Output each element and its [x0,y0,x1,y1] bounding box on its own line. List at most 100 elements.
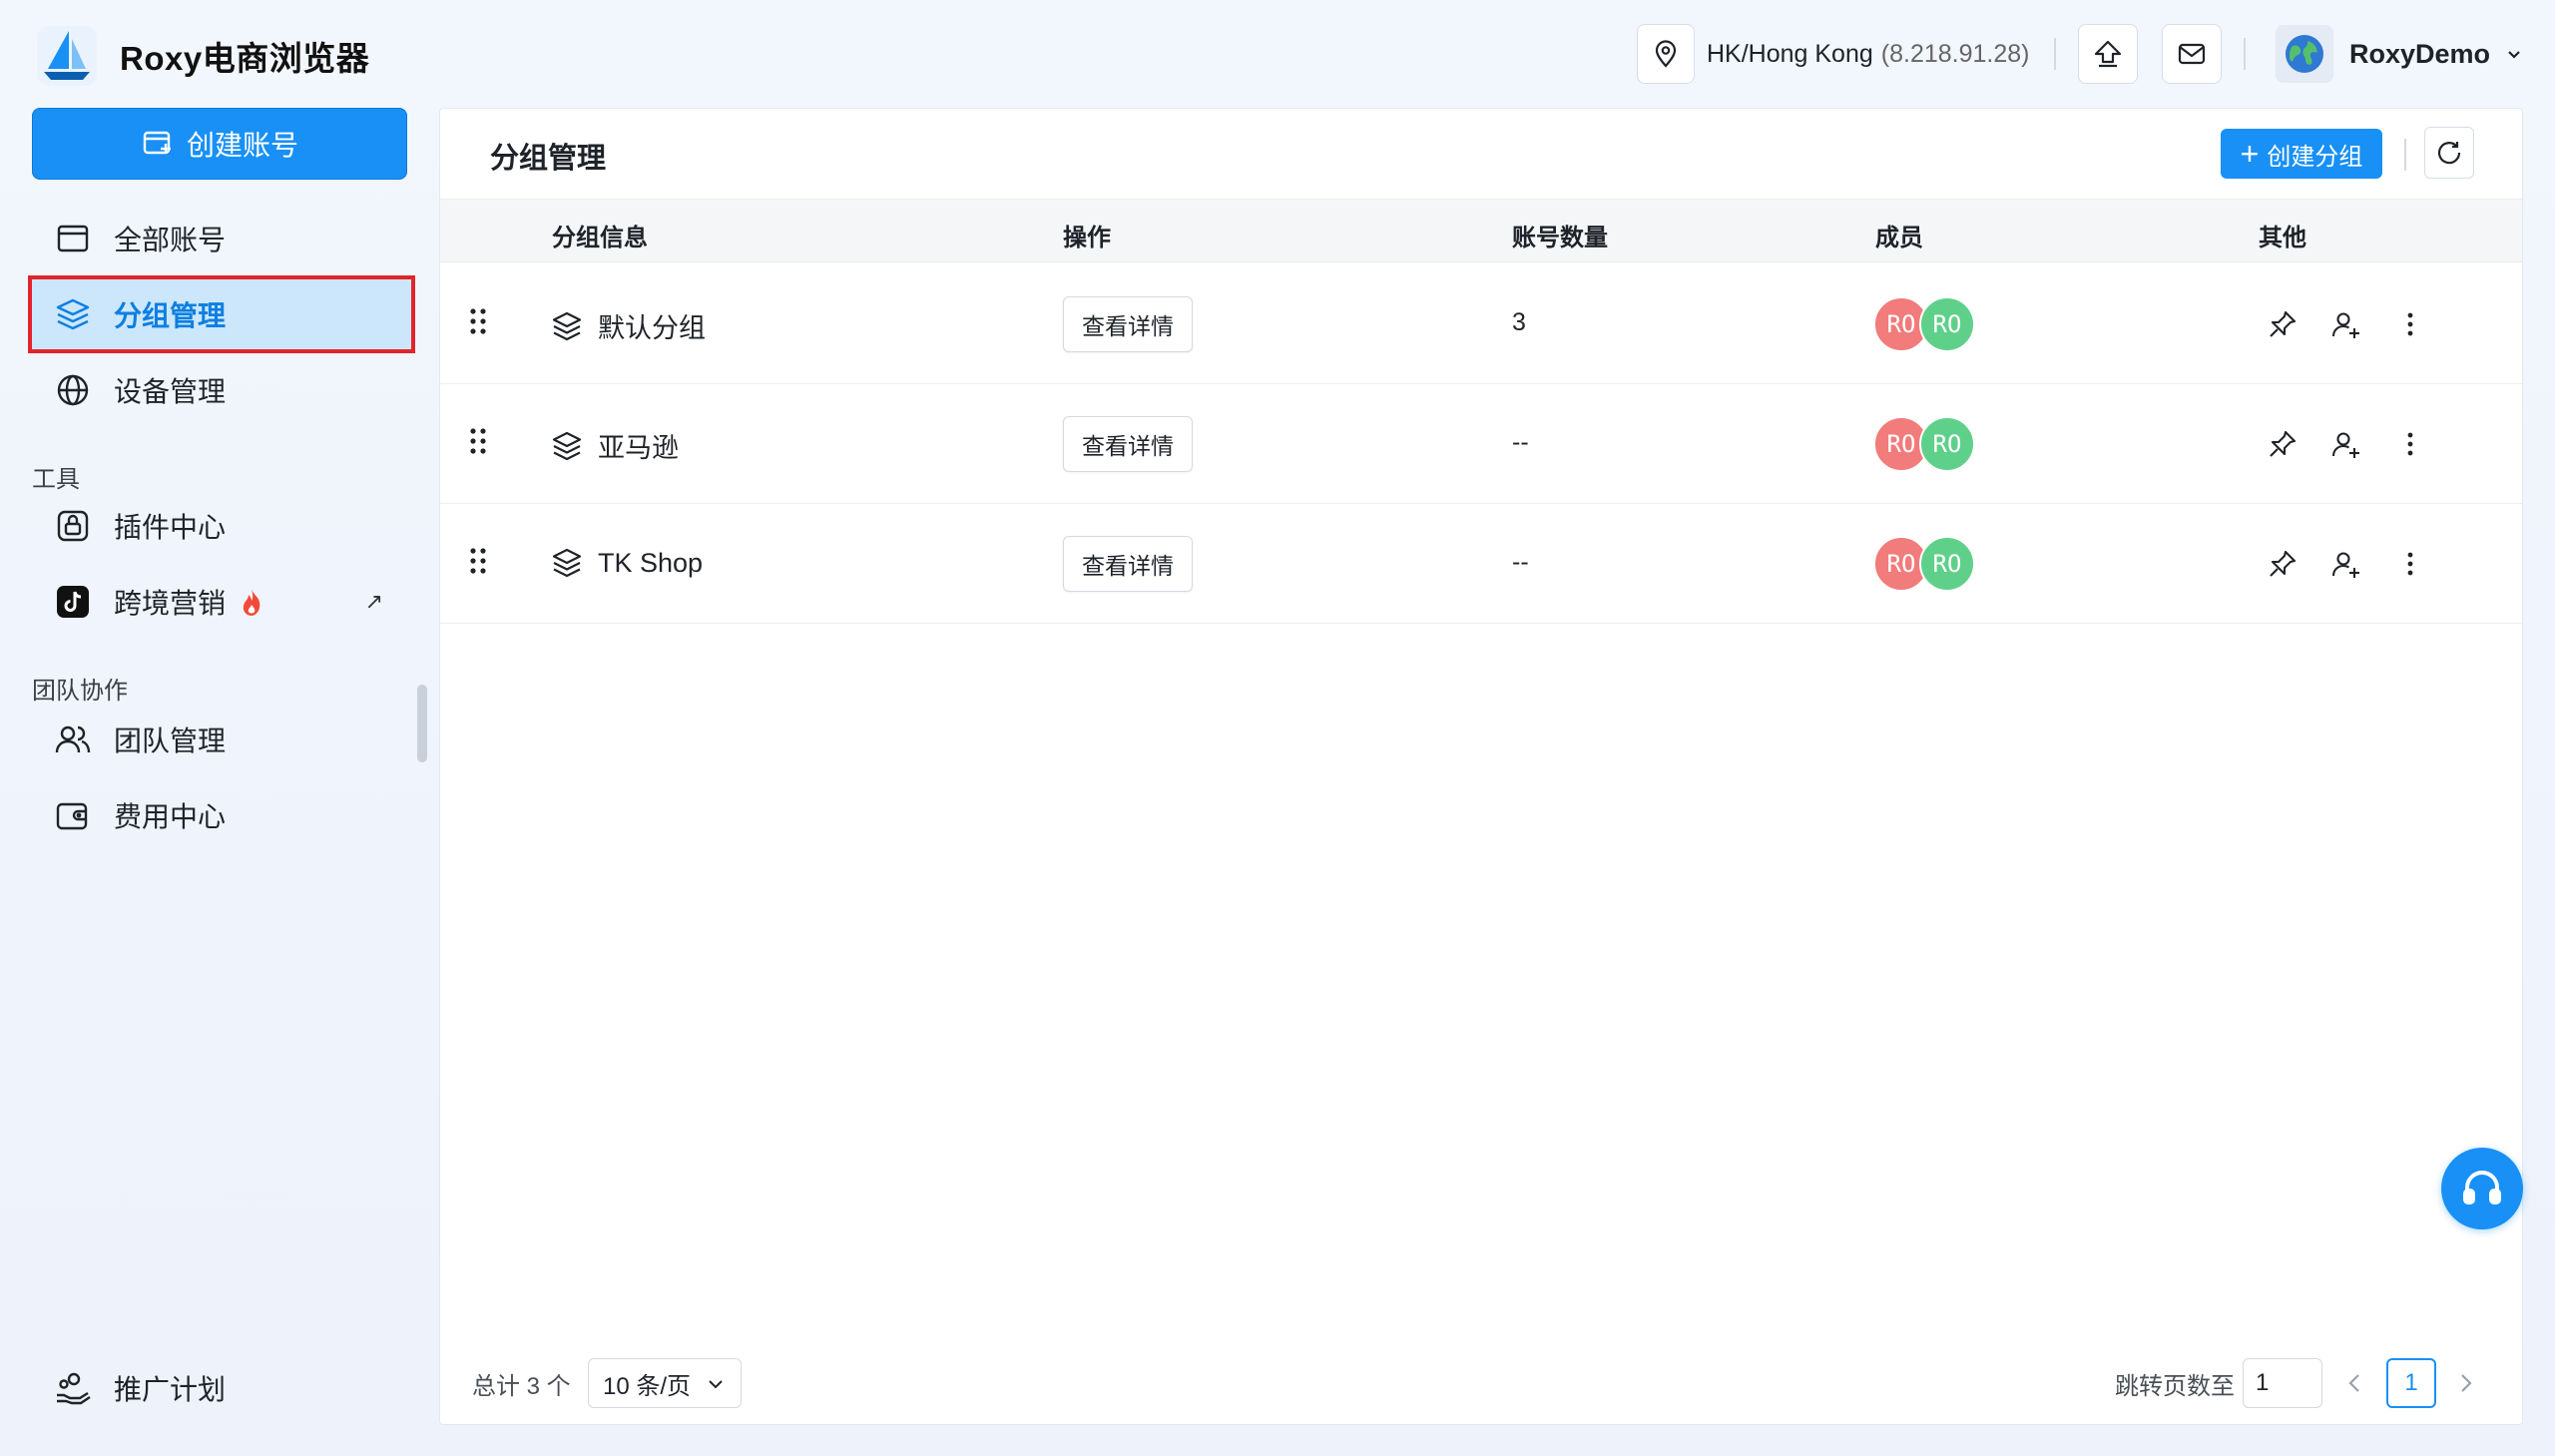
pagination-current-page[interactable]: 1 [2386,1358,2436,1408]
page-size-value: 10 条/页 [603,1372,692,1400]
member-avatar[interactable]: RO [1919,536,1975,592]
window-icon [57,225,89,252]
sidebar-item-team-management[interactable]: 团队管理 [32,705,411,774]
member-avatar[interactable]: RO [1919,416,1975,472]
group-name: TK Shop [598,547,704,578]
sidebar-item-billing-center[interactable]: 费用中心 [32,780,411,850]
globe-icon [57,374,89,406]
layers-icon [552,548,582,578]
view-details-button[interactable]: 查看详情 [1063,416,1193,472]
sailboat-logo-icon [37,26,97,86]
pin-icon [2270,310,2297,337]
mail-icon [2178,43,2206,65]
username: RoxyDemo [2349,38,2491,69]
column-header-group-info: 分组信息 [552,225,648,251]
earth-avatar-icon [2286,35,2323,73]
toolbar-divider [2404,139,2406,171]
row-actions [2263,424,2454,464]
sidebar-item-label: 设备管理 [114,376,227,407]
sidebar-item-group-management[interactable]: 分组管理 [28,275,415,353]
location-indicator[interactable]: HK/Hong Kong (8.218.91.28) [1637,24,2030,84]
table-row: 默认分组 查看详情 3 RO RO [440,264,2522,384]
plugin-icon [57,510,89,542]
drag-handle-icon[interactable] [468,306,488,336]
row-actions [2263,304,2454,344]
sidebar-item-plugin-center[interactable]: 插件中心 [32,491,411,561]
jump-to-page-label: 跳转页数至 [2115,1373,2235,1400]
total-count: 总计 3 个 [472,1373,571,1400]
headset-icon [2463,1171,2501,1205]
group-name: 亚马逊 [598,433,679,463]
group-info: 亚马逊 [550,426,679,465]
next-page-icon[interactable] [2450,1368,2480,1398]
location-icon-box [1637,24,1695,84]
group-name: 默认分组 [598,313,706,343]
row-actions [2263,544,2454,584]
more-options-button[interactable] [2390,424,2430,464]
refresh-button[interactable] [2424,127,2474,179]
pin-icon [2270,430,2297,457]
create-group-button[interactable]: + 创建分组 [2221,129,2382,179]
create-group-label: 创建分组 [2267,143,2363,171]
previous-page-icon[interactable] [2340,1368,2370,1398]
table-header: 分组信息 操作 账号数量 成员 其他 [440,199,2522,262]
layers-icon [56,298,90,330]
account-count: -- [1512,548,1529,576]
sidebar-item-label: 插件中心 [114,512,227,543]
location-pin-icon [1655,40,1677,68]
external-link-icon: ↗ [364,589,383,614]
member-avatar[interactable]: RO [1919,296,1975,352]
gift-hand-icon [57,1372,91,1405]
user-menu[interactable]: RoxyDemo [2276,24,2524,84]
add-member-button[interactable] [2326,544,2366,584]
pin-button[interactable] [2263,424,2302,464]
layers-icon [552,431,582,460]
add-member-button[interactable] [2326,424,2366,464]
refresh-icon [2437,142,2461,165]
sidebar-item-cross-border-marketing[interactable]: 跨境营销 ↗ [32,567,411,637]
add-member-button[interactable] [2326,304,2366,344]
sidebar-item-label: 推广计划 [114,1374,227,1405]
column-header-actions: 操作 [1063,225,1111,251]
sidebar-item-referral-program[interactable]: 推广计划 [32,1353,411,1423]
view-details-button[interactable]: 查看详情 [1063,296,1193,352]
more-options-button[interactable] [2390,544,2430,584]
avatar [2276,25,2333,83]
group-management-panel: 分组管理 + 创建分组 分组信息 操作 账号数量 成员 其他 默认分组 查看详情… [439,108,2523,1425]
sidebar-item-all-accounts[interactable]: 全部账号 [32,204,411,273]
chevron-down-icon [709,1380,723,1389]
ip-address: (8.218.91.28) [1880,39,2030,68]
account-count: 3 [1512,308,1526,336]
column-header-other: 其他 [2259,225,2306,251]
layers-icon [552,311,582,340]
sidebar: Roxy电商浏览器 创建账号 全部账号 分组管理 设备管理 工具 插件中心 跨境… [0,0,439,1456]
upload-icon [2094,40,2122,68]
pin-button[interactable] [2263,304,2302,344]
page-size-select[interactable]: 10 条/页 [588,1358,742,1408]
view-details-button[interactable]: 查看详情 [1063,536,1193,592]
app-window: Roxy电商浏览器 创建账号 全部账号 分组管理 设备管理 工具 插件中心 跨境… [0,0,2555,1456]
sidebar-item-device-management[interactable]: 设备管理 [32,355,411,425]
section-team: 团队协作 [32,678,128,705]
pin-button[interactable] [2263,544,2302,584]
more-options-button[interactable] [2390,304,2430,344]
more-vertical-icon [2407,312,2413,336]
create-account-label: 创建账号 [186,130,298,161]
wallet-icon [56,802,88,830]
jump-to-page-input[interactable] [2243,1358,2322,1408]
sidebar-item-label: 团队管理 [114,726,227,756]
section-tools: 工具 [32,466,80,493]
sidebar-scrollbar[interactable] [417,685,427,762]
messages-button[interactable] [2162,24,2222,84]
drag-handle-icon[interactable] [468,546,488,576]
column-header-members: 成员 [1875,225,1923,251]
customer-support-button[interactable] [2441,1148,2523,1229]
group-info: 默认分组 [550,306,706,345]
location-text: HK/Hong Kong [1707,39,1873,68]
more-vertical-icon [2407,552,2413,576]
create-account-button[interactable]: 创建账号 [32,108,407,180]
member-avatars: RO RO [1873,536,1975,592]
upload-button[interactable] [2078,24,2138,84]
chevron-down-icon [2508,51,2520,59]
drag-handle-icon[interactable] [468,426,488,456]
